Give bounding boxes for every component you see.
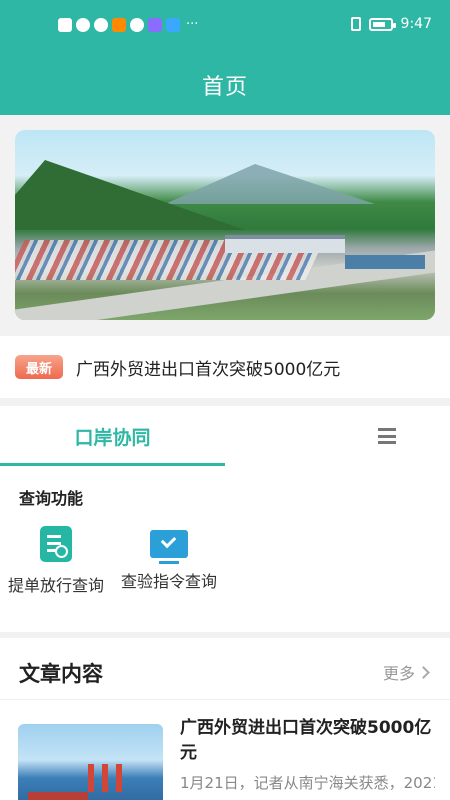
tab-label: 口岸协同: [74, 426, 151, 449]
tab-bar: 口岸协同: [0, 406, 450, 466]
inspection-order-query-button[interactable]: 查验指令查询: [114, 526, 224, 592]
news-ticker[interactable]: 最新 广西外贸进出口首次突破5000亿元: [0, 336, 450, 398]
wifi-icon: [76, 18, 90, 32]
alert-icon: [58, 18, 72, 32]
search-app-icon: [166, 18, 180, 32]
query-section: 查询功能 提单放行查询 查验指令查询: [0, 466, 450, 632]
query-section-title: 查询功能: [19, 489, 84, 508]
clock: 9:47: [400, 16, 432, 32]
more-link[interactable]: 更多: [382, 660, 430, 684]
port-building-shape: [225, 235, 345, 253]
page-title: 首页: [201, 75, 248, 100]
status-right: 9:47: [350, 16, 432, 32]
crane-shape: [102, 764, 108, 792]
tab-port-collaboration[interactable]: 口岸协同: [0, 406, 225, 466]
port-roof-shape: [345, 255, 425, 269]
status-icons: ···: [58, 18, 198, 32]
chevron-right-icon: [417, 665, 430, 679]
banner-image[interactable]: [15, 130, 435, 320]
menu-icon[interactable]: [378, 428, 396, 444]
article-thumbnail[interactable]: [18, 724, 163, 800]
more-label: 更多: [382, 664, 415, 683]
latest-badge: 最新: [15, 355, 63, 379]
app-icon: [148, 18, 162, 32]
ship-shape: [28, 792, 88, 800]
bill-release-query-label: 提单放行查询: [7, 576, 104, 595]
crane-shape: [116, 764, 122, 792]
page-title-bar: 首页: [0, 55, 450, 115]
articles-section: 文章内容 更多 广西外贸进出口首次突破5000亿元 1月21日，记者从南宁海关获…: [0, 638, 450, 800]
video-icon: [112, 18, 126, 32]
article-title[interactable]: 广西外贸进出口首次突破5000亿元: [180, 716, 435, 766]
battery-icon: [368, 17, 396, 31]
qq-icon: [130, 18, 144, 32]
crane-shape: [88, 764, 94, 792]
globe-icon: [94, 18, 108, 32]
monitor-check-icon: [150, 530, 188, 564]
divider: [0, 699, 450, 700]
inspection-order-query-label: 查验指令查询: [120, 572, 217, 591]
articles-title: 文章内容: [19, 662, 103, 686]
banner-section: [0, 115, 450, 335]
vibrate-icon: [350, 17, 361, 31]
status-bar: ··· 9:47: [0, 0, 450, 55]
document-search-icon: [40, 526, 72, 562]
hill-shape: [15, 160, 245, 230]
article-summary: 1月21日，记者从南宁海关获悉，2021年，广西外贸规模再创: [180, 774, 435, 792]
news-headline[interactable]: 广西外贸进出口首次突破5000亿元: [76, 355, 340, 380]
more-notifications: ···: [186, 17, 199, 32]
bill-release-query-button[interactable]: 提单放行查询: [1, 526, 111, 596]
